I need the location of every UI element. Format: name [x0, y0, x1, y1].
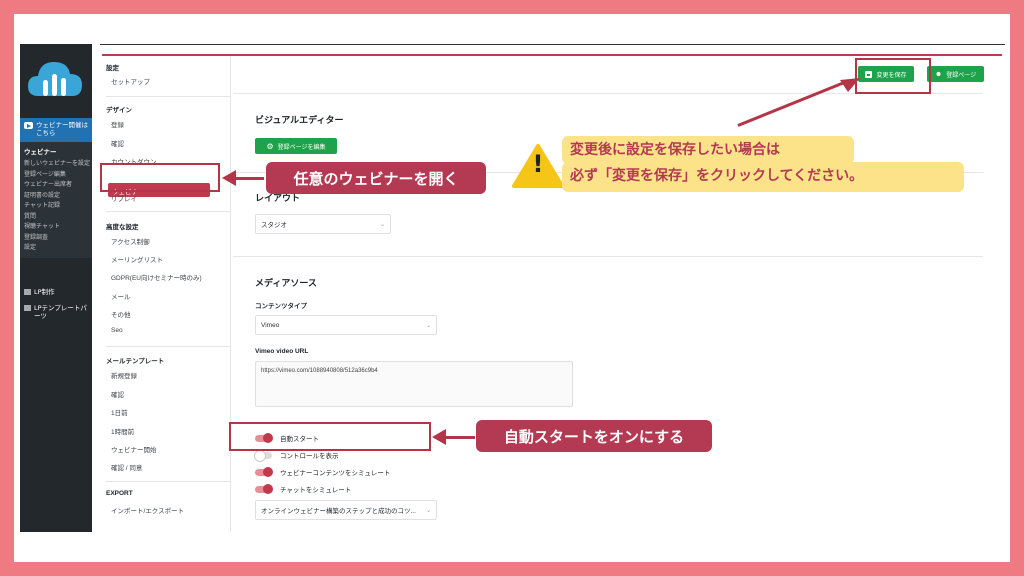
youtube-icon [24, 122, 33, 129]
visual-editor-title: ビジュアルエディター [255, 115, 344, 125]
arrow-to-webinar [232, 177, 264, 180]
promo-label: ウェビナー開催はこちら [36, 121, 88, 137]
show-controls-toggle[interactable] [254, 450, 272, 462]
main-panel: 変更を保存 ☻ 登録ページ ビジュアルエディター ⚙ 登録ページを編集 レイアウ… [233, 56, 1005, 532]
warning-line2-box: 必ず「変更を保存」をクリックしてください。 [562, 162, 964, 192]
arrow-head-icon [432, 429, 446, 445]
nav-seo[interactable]: Seo [111, 327, 123, 334]
simulate-content-toggle[interactable] [255, 467, 273, 477]
warning-line1-box: 変更後に設定を保存したい場合は [562, 136, 854, 164]
register-page-button[interactable]: ☻ 登録ページ [927, 66, 984, 82]
nav-replay[interactable]: リプレイ [111, 193, 137, 203]
simulate-content-toggle-row[interactable]: ウェビナーコンテンツをシミュレート [255, 467, 390, 477]
vimeo-url-label: Vimeo video URL [255, 348, 309, 355]
nav-section-design: デザイン [106, 107, 132, 114]
simulate-chat-label: チャットをシミュレート [280, 487, 352, 494]
nav-setup[interactable]: セットアップ [111, 76, 150, 86]
column-divider [230, 56, 231, 532]
sidebar-item-new-webinar[interactable]: 新しいウェビナーを設定 [24, 159, 92, 170]
nav-day-before[interactable]: 1日前 [111, 407, 128, 417]
simulate-chat-toggle[interactable] [255, 484, 273, 494]
nav-import-export[interactable]: インポート/エクスポート [111, 505, 184, 515]
show-controls-label: コントロールを表示 [280, 453, 339, 460]
arrow-head-icon [840, 78, 860, 92]
layout-select[interactable]: スタジオ ⌄ [255, 214, 391, 234]
register-page-label: 登録ページ [946, 72, 977, 79]
admin-sidebar: ウェビナー開催はこちら ウェビナー 新しいウェビナーを設定 登録ページ編集 ウェ… [20, 44, 92, 532]
divider [106, 481, 230, 482]
nav-other[interactable]: その他 [111, 309, 131, 319]
sidebar-item-questions[interactable]: 質問 [24, 212, 92, 223]
edit-register-page-button[interactable]: ⚙ 登録ページを編集 [255, 138, 337, 154]
divider [106, 96, 230, 97]
chevron-down-icon: ⌄ [425, 507, 431, 514]
webinar-content-value: オンラインウェビナー構築のステップと成功のコツ... [261, 508, 416, 515]
warning-line2: 必ず「変更を保存」をクリックしてください。 [570, 168, 864, 184]
save-highlight-box [855, 58, 931, 94]
top-border [100, 44, 1005, 45]
sidebar-item-register-edit[interactable]: 登録ページ編集 [24, 170, 92, 181]
arrow-to-autostart [443, 436, 475, 439]
simulate-chat-toggle-row[interactable]: チャットをシミュレート [255, 484, 351, 494]
divider [106, 211, 230, 212]
nav-section-mail-templates: メールテンプレート [106, 358, 165, 365]
chevron-down-icon: ⌄ [379, 221, 385, 228]
divider [106, 346, 230, 347]
sidebar-item-chat-log[interactable]: チャット記録 [24, 201, 92, 212]
arrow-head-icon [222, 170, 236, 186]
edit-register-page-label: 登録ページを編集 [277, 144, 326, 151]
warning-line1: 変更後に設定を保存したい場合は [570, 142, 780, 158]
open-webinar-callout: 任意のウェビナーを開く [266, 162, 486, 194]
nav-confirm-agree[interactable]: 確認 / 同意 [111, 462, 142, 472]
media-title: メディアソース [255, 278, 317, 288]
sidebar-item-settings[interactable]: 設定 [24, 243, 92, 254]
settings-nav: 設定 セットアップ デザイン 登録 確認 カウントダウン ウェビナー リプレイ … [100, 56, 230, 532]
nav-webinar-start[interactable]: ウェビナー開始 [111, 444, 157, 454]
user-icon: ☻ [934, 70, 943, 78]
nav-section-export: EXPORT [106, 490, 133, 497]
nav-mail-confirm[interactable]: 確認 [111, 389, 124, 399]
lp-template-label: LPテンプレートパーツ [34, 304, 87, 320]
app-screen: ウェビナー開催はこちら ウェビナー 新しいウェビナーを設定 登録ページ編集 ウェ… [20, 44, 1005, 532]
nav-mail[interactable]: メール [111, 291, 131, 301]
submenu-head[interactable]: ウェビナー [24, 146, 92, 156]
sidebar-item-certificate[interactable]: 証明書の設定 [24, 191, 92, 202]
folder-icon [24, 305, 31, 311]
webinar-submenu: ウェビナー 新しいウェビナーを設定 登録ページ編集 ウェビナー出席者 証明書の設… [20, 142, 92, 258]
gear-icon: ⚙ [266, 141, 274, 151]
lp-label: LP制作 [34, 288, 55, 296]
nav-register[interactable]: 登録 [111, 119, 124, 129]
show-controls-toggle-row[interactable]: コントロールを表示 [254, 450, 339, 462]
nav-section-settings: 設定 [106, 65, 119, 72]
nav-confirm[interactable]: 確認 [111, 138, 124, 148]
simulate-content-label: ウェビナーコンテンツをシミュレート [280, 470, 391, 477]
divider [233, 256, 983, 257]
nav-access[interactable]: アクセス制御 [111, 236, 150, 246]
vimeo-url-field[interactable]: https://vimeo.com/1088940808/512a36c9b4 [255, 361, 573, 407]
webinar-content-select[interactable]: オンラインウェビナー構築のステップと成功のコツ... ⌄ [255, 500, 437, 520]
sidebar-item-viewer-chat[interactable]: 視聴チャット [24, 222, 92, 233]
content-type-value: Vimeo [261, 321, 280, 329]
content-type-select[interactable]: Vimeo ⌄ [255, 315, 437, 335]
sidebar-item-attendees[interactable]: ウェビナー出席者 [24, 180, 92, 191]
folder-icon [24, 289, 31, 295]
cloud-logo-icon [28, 62, 82, 96]
webinar-promo-link[interactable]: ウェビナー開催はこちら [20, 118, 92, 142]
content-type-label: コンテンツタイプ [255, 303, 307, 310]
webinar-highlight-box [100, 163, 220, 192]
nav-mailing[interactable]: メーリングリスト [111, 254, 163, 264]
nav-hour-before[interactable]: 1時間前 [111, 426, 134, 436]
sidebar-item-lp-template[interactable]: LPテンプレートパーツ [20, 304, 92, 320]
nav-section-advanced: 高度な設定 [106, 224, 139, 231]
layout-value: スタジオ [261, 222, 287, 229]
nav-gdpr[interactable]: GDPR(EU向けセミナー時のみ) [111, 272, 202, 282]
sidebar-item-survey[interactable]: 登録調査 [24, 233, 92, 244]
autostart-highlight-box [229, 422, 431, 451]
nav-new-reg[interactable]: 新規登録 [111, 370, 137, 380]
vimeo-url-value: https://vimeo.com/1088940808/512a36c9b4 [261, 368, 378, 374]
warning-exclamation: ! [532, 150, 544, 178]
chevron-down-icon: ⌄ [425, 322, 431, 329]
sidebar-item-lp[interactable]: LP制作 [20, 288, 92, 296]
autostart-callout: 自動スタートをオンにする [476, 420, 712, 452]
